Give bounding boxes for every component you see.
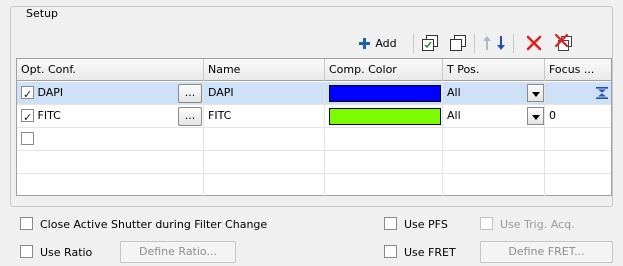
comp-color-cell[interactable] [325,82,443,104]
row-enable-checkbox[interactable] [21,107,34,127]
name-cell[interactable]: FITC [204,105,325,127]
use-ratio-checkbox[interactable] [20,244,33,258]
color-swatch[interactable] [329,108,441,125]
add-button[interactable]: Add [352,33,404,53]
comp-color-cell[interactable] [325,105,443,127]
use-ratio-option[interactable]: Use Ratio [20,243,92,261]
column-header-name[interactable]: Name [204,59,325,81]
delete-button[interactable] [523,33,545,53]
close-shutter-label: Close Active Shutter during Filter Chang… [40,217,268,231]
toolbar-separator [413,34,414,53]
opt-conf-cell: FITC ... [17,105,204,127]
t-pos-cell[interactable]: All [443,82,545,104]
t-pos-value: All [447,86,461,99]
move-up-button[interactable] [480,33,493,53]
comp-color-cell[interactable] [325,128,443,150]
name-cell[interactable]: DAPI [204,82,325,104]
close-shutter-checkbox[interactable] [20,216,33,230]
focus-center-icon [596,87,608,99]
use-pfs-label: Use PFS [404,217,448,231]
copy-config-button[interactable] [420,33,440,53]
use-pfs-option[interactable]: Use PFS [384,215,448,233]
move-down-button[interactable] [494,33,507,53]
copy-check-icon [422,35,438,51]
use-trig-acq-option: Use Trig. Acq. [480,215,575,233]
arrow-down-icon [496,36,505,50]
table-row[interactable] [17,128,611,151]
empty-cell [443,174,545,196]
define-fret-button[interactable]: Define FRET... [480,241,613,263]
empty-cell [204,151,325,173]
row-enable-checkbox[interactable] [21,131,34,145]
delete-all-button[interactable] [553,33,575,53]
use-pfs-checkbox[interactable] [384,216,397,230]
column-header-t-pos[interactable]: T Pos. [443,59,545,81]
add-button-label: Add [375,36,397,50]
table-header: Opt. Conf. Name Comp. Color T Pos. Focus… [17,59,611,81]
color-swatch[interactable] [329,85,441,102]
t-pos-dropdown-button[interactable] [527,84,544,102]
empty-cell [17,151,204,173]
use-trig-acq-label: Use Trig. Acq. [500,217,575,231]
empty-cell [204,174,325,196]
opt-conf-value: DAPI [37,86,64,99]
opt-conf-cell: DAPI ... [17,82,204,104]
t-pos-value: All [447,109,461,122]
opt-conf-value: FITC [37,109,61,122]
empty-cell [325,174,443,196]
close-shutter-option[interactable]: Close Active Shutter during Filter Chang… [20,215,267,233]
focus-cell[interactable] [545,128,613,150]
toolbar: Add [11,33,612,53]
opt-conf-browse-button[interactable]: ... [178,107,202,126]
delete-icon [526,35,542,51]
row-enable-checkbox[interactable] [21,84,34,104]
focus-cell[interactable] [545,82,613,104]
opt-conf-cell [17,128,204,150]
use-ratio-label: Use Ratio [40,245,93,259]
table-row [17,151,611,174]
group-title: Setup [23,7,62,20]
use-fret-option[interactable]: Use FRET [384,243,456,261]
table-row[interactable]: FITC ... FITC All 0 [17,105,611,128]
focus-cell[interactable]: 0 [545,105,613,127]
toolbar-separator [474,34,475,53]
name-cell[interactable] [204,128,325,150]
use-trig-acq-checkbox [480,216,493,230]
toolbar-separator [513,34,514,53]
use-fret-label: Use FRET [404,245,456,259]
empty-cell [443,151,545,173]
duplicate-button[interactable] [448,33,468,53]
column-header-focus[interactable]: Focus ... [545,59,613,81]
optical-config-table: Opt. Conf. Name Comp. Color T Pos. Focus… [16,58,612,196]
use-fret-checkbox[interactable] [384,244,397,258]
column-header-opt-conf[interactable]: Opt. Conf. [17,59,204,81]
table-row[interactable]: DAPI ... DAPI All [17,82,611,105]
table-row [17,174,611,197]
column-header-comp-color[interactable]: Comp. Color [325,59,443,81]
t-pos-dropdown-button[interactable] [527,107,544,125]
arrow-up-icon [482,36,491,50]
delete-all-icon [555,34,572,51]
opt-conf-browse-button[interactable]: ... [178,84,202,103]
t-pos-cell[interactable] [443,128,545,150]
empty-cell [17,174,204,196]
empty-cell [325,151,443,173]
define-ratio-button[interactable]: Define Ratio... [120,241,236,263]
duplicate-icon [450,35,466,51]
t-pos-cell[interactable]: All [443,105,545,127]
plus-icon [359,37,371,49]
